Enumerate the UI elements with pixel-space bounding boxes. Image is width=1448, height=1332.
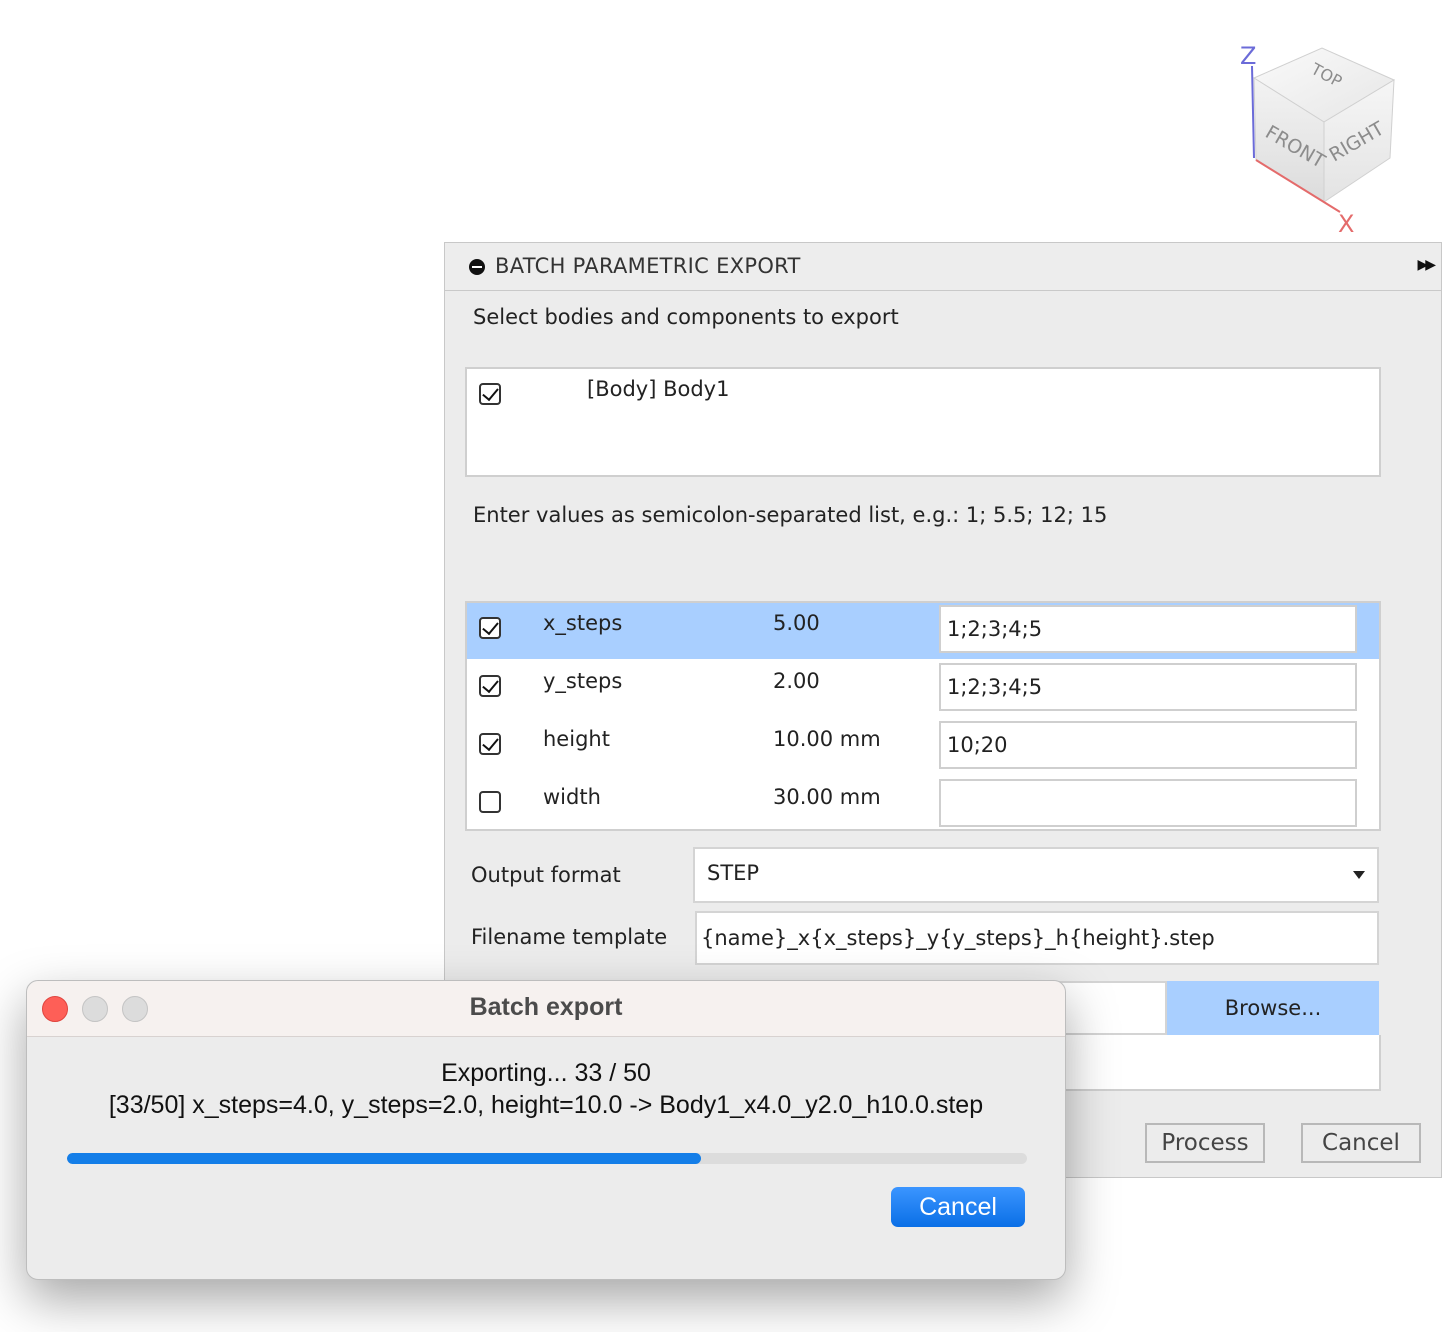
batch-export-dialog: Batch export Exporting... 33 / 50 [33/50…: [26, 980, 1066, 1280]
z-axis-label: Z: [1240, 42, 1256, 70]
parameters-table: x_steps 5.00 y_steps 2.00 height 10.00 m…: [465, 601, 1381, 831]
panel-cancel-button[interactable]: Cancel: [1301, 1123, 1421, 1163]
table-row[interactable]: y_steps 2.00: [467, 661, 1379, 717]
param-value: 30.00 mm: [773, 785, 881, 809]
export-detail: [33/50] x_steps=4.0, y_steps=2.0, height…: [108, 1091, 984, 1119]
table-row[interactable]: x_steps 5.00: [467, 603, 1379, 659]
progress-bar: [67, 1153, 1027, 1164]
collapse-icon[interactable]: [469, 259, 485, 275]
filename-template-label: Filename template: [471, 925, 668, 949]
dialog-titlebar[interactable]: Batch export: [27, 981, 1065, 1037]
param-name: width: [543, 785, 601, 809]
param-values-input[interactable]: [939, 605, 1357, 653]
progress-fill: [67, 1153, 701, 1164]
param-value: 10.00 mm: [773, 727, 881, 751]
param-value: 5.00: [773, 611, 820, 635]
row-checkbox[interactable]: [479, 791, 501, 813]
panel-header[interactable]: BATCH PARAMETRIC EXPORT ▶▶: [445, 243, 1441, 291]
dialog-cancel-button[interactable]: Cancel: [891, 1187, 1025, 1227]
param-name: height: [543, 727, 610, 751]
view-cube[interactable]: Z X TOP FRONT RIGHT: [1232, 36, 1432, 236]
param-values-input[interactable]: [939, 721, 1357, 769]
output-format-value: STEP: [707, 861, 760, 885]
param-name: x_steps: [543, 611, 623, 635]
panel-title: BATCH PARAMETRIC EXPORT: [495, 254, 801, 278]
param-values-input[interactable]: [939, 663, 1357, 711]
export-status: Exporting... 33 / 50: [441, 1059, 651, 1087]
row-checkbox[interactable]: [479, 675, 501, 697]
filename-template-input[interactable]: [695, 911, 1379, 965]
param-value: 2.00: [773, 669, 820, 693]
row-checkbox[interactable]: [479, 733, 501, 755]
table-row[interactable]: height 10.00 mm: [467, 719, 1379, 775]
param-name: y_steps: [543, 669, 623, 693]
browse-button[interactable]: Browse...: [1167, 981, 1379, 1035]
row-checkbox[interactable]: [479, 617, 501, 639]
bodies-list[interactable]: [Body] Body1: [465, 367, 1381, 477]
body-checkbox[interactable]: [479, 383, 501, 405]
bodies-label: Select bodies and components to export: [473, 305, 899, 329]
caret-down-icon: [1353, 871, 1365, 879]
double-chevron-right-icon[interactable]: ▶▶: [1417, 257, 1435, 273]
output-format-label: Output format: [471, 863, 621, 887]
param-values-input[interactable]: [939, 779, 1357, 827]
values-hint: Enter values as semicolon-separated list…: [473, 503, 1108, 527]
process-button[interactable]: Process: [1145, 1123, 1265, 1163]
body-label: [Body] Body1: [587, 377, 730, 401]
table-row[interactable]: width 30.00 mm: [467, 777, 1379, 833]
x-axis-label: X: [1338, 210, 1354, 236]
output-format-select[interactable]: STEP: [693, 847, 1379, 903]
dialog-title: Batch export: [469, 993, 623, 1021]
